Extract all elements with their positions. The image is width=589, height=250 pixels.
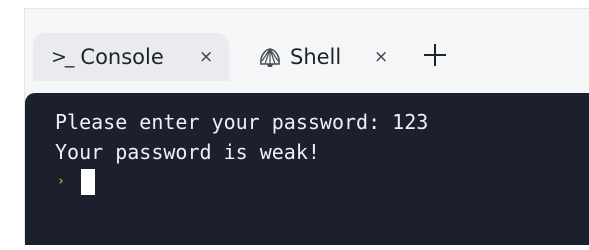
terminal-prompt-icon: >_	[51, 46, 74, 68]
plus-icon[interactable]	[422, 42, 448, 68]
screenshot-frame: >_ Console × Shell × Please enter your p…	[0, 0, 589, 250]
terminal-line: Please enter your password: 123	[55, 110, 429, 134]
close-icon[interactable]: ×	[199, 47, 213, 67]
close-icon[interactable]: ×	[374, 47, 388, 67]
text-cursor	[80, 169, 95, 195]
prompt-line[interactable]: ›	[55, 167, 589, 197]
tab-console-label: Console	[80, 45, 164, 69]
tab-shell-label: Shell	[290, 45, 342, 69]
shell-icon	[258, 46, 282, 68]
prompt-symbol: ›	[57, 174, 65, 189]
tab-console[interactable]: >_ Console ×	[33, 33, 229, 81]
terminal-window: >_ Console × Shell × Please enter your p…	[24, 8, 589, 245]
terminal-line: Your password is weak!	[55, 140, 320, 164]
terminal-output[interactable]: Please enter your password: 123 Your pas…	[25, 93, 589, 245]
tab-shell[interactable]: Shell ×	[250, 33, 410, 81]
tab-bar: >_ Console × Shell ×	[25, 9, 589, 93]
